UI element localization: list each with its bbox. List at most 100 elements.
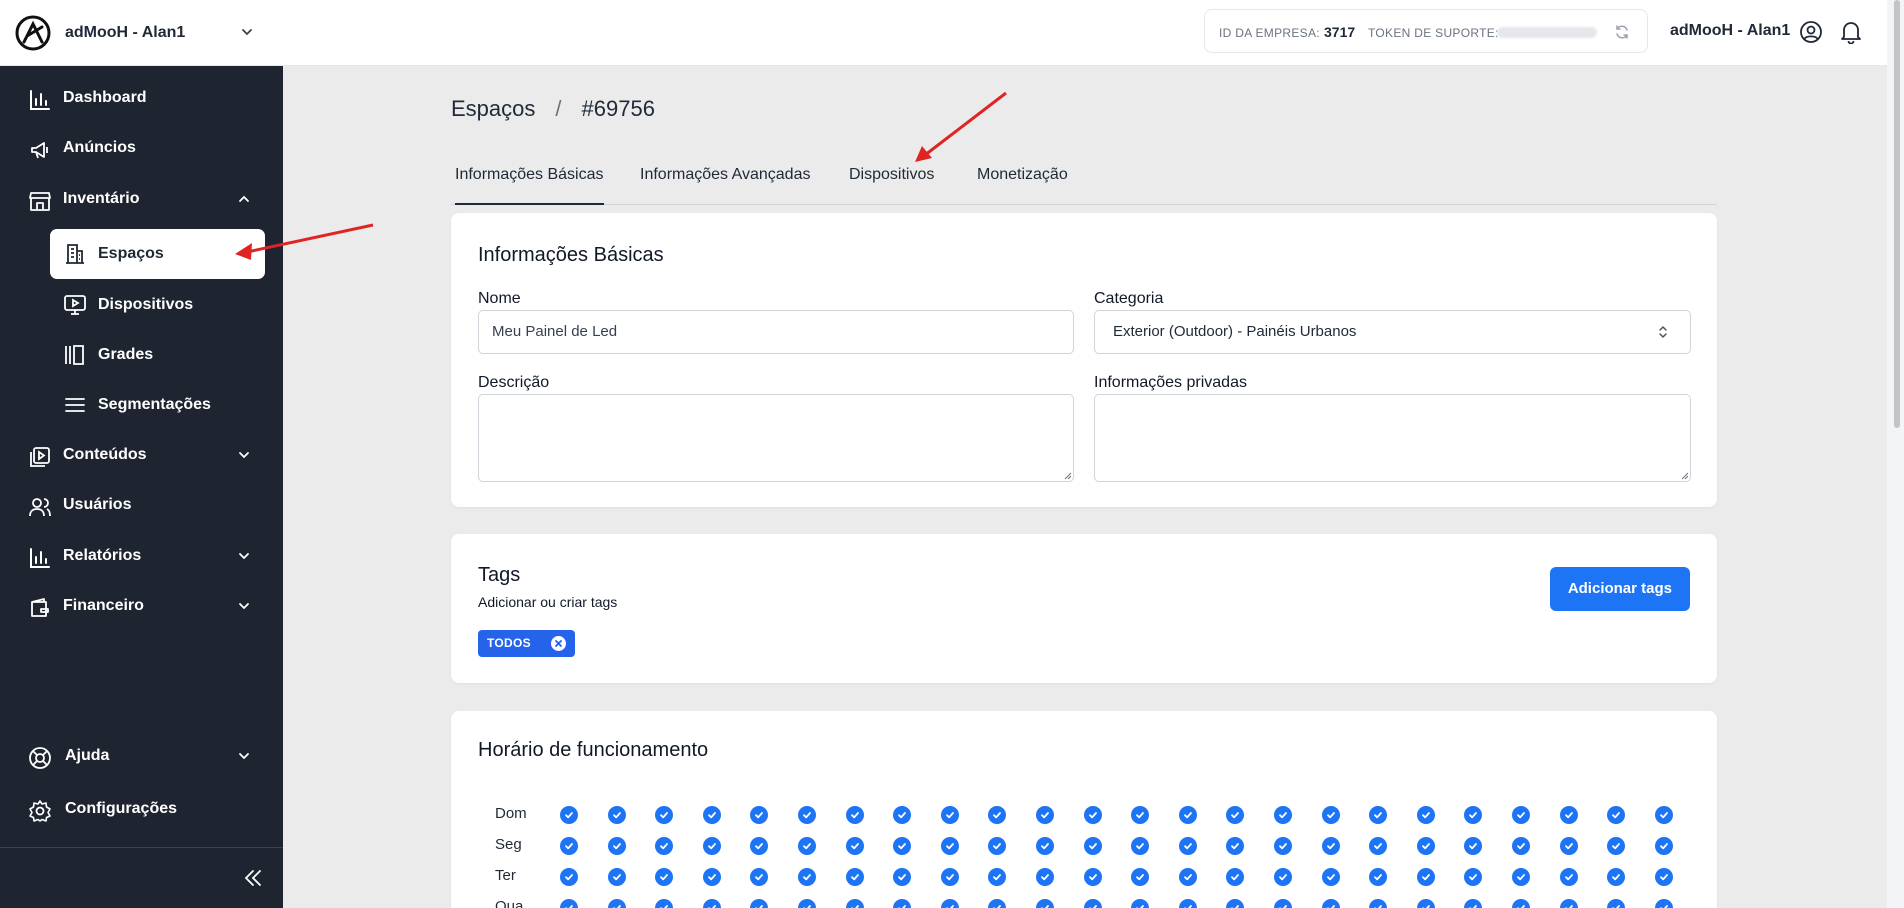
schedule-hour-checkbox[interactable] [940,806,959,824]
schedule-hour-checkbox[interactable] [1131,806,1150,824]
schedule-hour-checkbox[interactable] [798,806,816,824]
sidebar-item-configuracoes[interactable]: Configurações [0,785,283,835]
schedule-hour-checkbox[interactable] [1607,837,1626,855]
schedule-hour-checkbox[interactable] [798,837,816,855]
org-switcher[interactable]: adMooH - Alan1 [0,0,283,66]
schedule-hour-checkbox[interactable] [1559,806,1578,824]
schedule-hour-checkbox[interactable] [1464,806,1483,824]
chevron-down-icon[interactable] [237,22,257,42]
schedule-hour-checkbox[interactable] [893,806,912,824]
schedule-hour-checkbox[interactable] [988,868,1007,886]
schedule-hour-checkbox[interactable] [702,899,721,908]
schedule-hour-checkbox[interactable] [1559,837,1578,855]
schedule-hour-checkbox[interactable] [1654,899,1673,908]
schedule-hour-checkbox[interactable] [1036,868,1054,886]
schedule-hour-checkbox[interactable] [607,868,626,886]
schedule-hour-checkbox[interactable] [1512,899,1530,908]
schedule-hour-checkbox[interactable] [1416,806,1435,824]
schedule-hour-checkbox[interactable] [893,837,912,855]
schedule-hour-checkbox[interactable] [1226,868,1245,886]
schedule-hour-checkbox[interactable] [750,899,769,908]
tab-informacoes-avancadas[interactable]: Informações Avançadas [640,154,810,205]
schedule-hour-checkbox[interactable] [1607,899,1626,908]
schedule-hour-checkbox[interactable] [1607,868,1626,886]
schedule-hour-checkbox[interactable] [845,837,864,855]
schedule-hour-checkbox[interactable] [1416,868,1435,886]
schedule-hour-checkbox[interactable] [702,868,721,886]
schedule-hour-checkbox[interactable] [560,806,578,824]
sidebar-item-anuncios[interactable]: Anúncios [0,124,283,174]
schedule-hour-checkbox[interactable] [702,837,721,855]
schedule-hour-checkbox[interactable] [1274,837,1292,855]
schedule-hour-checkbox[interactable] [940,899,959,908]
sidebar-item-dashboard[interactable]: Dashboard [0,74,283,124]
schedule-hour-checkbox[interactable] [655,806,674,824]
schedule-hour-checkbox[interactable] [1226,837,1245,855]
page-scrollbar-thumb[interactable] [1894,0,1900,428]
schedule-hour-checkbox[interactable] [1369,868,1388,886]
schedule-hour-checkbox[interactable] [988,899,1007,908]
schedule-hour-checkbox[interactable] [1464,837,1483,855]
sidebar-subitem-grades[interactable]: Grades [50,330,265,380]
sidebar-subitem-dispositivos[interactable]: Dispositivos [50,280,265,330]
schedule-hour-checkbox[interactable] [1036,806,1054,824]
schedule-hour-checkbox[interactable] [1036,837,1054,855]
schedule-hour-checkbox[interactable] [988,837,1007,855]
schedule-hour-checkbox[interactable] [1321,806,1340,824]
schedule-hour-checkbox[interactable] [1416,899,1435,908]
schedule-hour-checkbox[interactable] [1226,806,1245,824]
schedule-hour-checkbox[interactable] [1131,899,1150,908]
schedule-hour-checkbox[interactable] [1321,837,1340,855]
schedule-hour-checkbox[interactable] [1274,868,1292,886]
schedule-hour-checkbox[interactable] [798,899,816,908]
schedule-hour-checkbox[interactable] [1321,899,1340,908]
remove-tag-icon[interactable] [550,636,566,651]
schedule-hour-checkbox[interactable] [607,899,626,908]
schedule-hour-checkbox[interactable] [655,837,674,855]
description-field[interactable] [478,394,1074,482]
schedule-hour-checkbox[interactable] [607,837,626,855]
tab-informacoes-basicas[interactable]: Informações Básicas [455,154,604,205]
private-info-field[interactable] [1094,394,1691,482]
schedule-hour-checkbox[interactable] [560,899,578,908]
schedule-hour-checkbox[interactable] [1083,806,1102,824]
sidebar-subitem-espacos[interactable]: Espaços [50,229,265,279]
user-circle-icon[interactable] [1798,19,1824,45]
schedule-hour-checkbox[interactable] [1178,899,1197,908]
schedule-hour-checkbox[interactable] [988,806,1007,824]
schedule-hour-checkbox[interactable] [1607,806,1626,824]
schedule-hour-checkbox[interactable] [750,868,769,886]
schedule-hour-checkbox[interactable] [1226,899,1245,908]
tab-monetizacao[interactable]: Monetização [977,154,1068,205]
schedule-hour-checkbox[interactable] [893,899,912,908]
schedule-hour-checkbox[interactable] [560,868,578,886]
schedule-hour-checkbox[interactable] [1654,806,1673,824]
schedule-hour-checkbox[interactable] [1369,806,1388,824]
schedule-hour-checkbox[interactable] [607,806,626,824]
sidebar-item-relatorios[interactable]: Relatórios [0,532,283,582]
name-field[interactable]: Meu Painel de Led [478,310,1074,354]
schedule-hour-checkbox[interactable] [560,837,578,855]
schedule-hour-checkbox[interactable] [1131,837,1150,855]
sidebar-item-financeiro[interactable]: Financeiro [0,582,283,632]
schedule-hour-checkbox[interactable] [1178,806,1197,824]
schedule-hour-checkbox[interactable] [655,899,674,908]
schedule-hour-checkbox[interactable] [845,868,864,886]
bell-icon[interactable] [1838,19,1864,45]
sidebar-item-usuarios[interactable]: Usuários [0,481,283,531]
tab-dispositivos[interactable]: Dispositivos [849,154,934,205]
schedule-hour-checkbox[interactable] [1369,899,1388,908]
add-tags-button[interactable]: Adicionar tags [1549,567,1690,611]
schedule-hour-checkbox[interactable] [845,806,864,824]
schedule-hour-checkbox[interactable] [1321,868,1340,886]
category-select[interactable]: Exterior (Outdoor) - Painéis Urbanos [1094,310,1691,354]
schedule-hour-checkbox[interactable] [1559,868,1578,886]
schedule-hour-checkbox[interactable] [893,868,912,886]
schedule-hour-checkbox[interactable] [1512,868,1530,886]
schedule-hour-checkbox[interactable] [1464,868,1483,886]
refresh-icon[interactable] [1612,22,1632,42]
schedule-hour-checkbox[interactable] [1178,837,1197,855]
schedule-hour-checkbox[interactable] [1654,868,1673,886]
sidebar-item-conteudos[interactable]: Conteúdos [0,431,283,481]
schedule-hour-checkbox[interactable] [940,868,959,886]
